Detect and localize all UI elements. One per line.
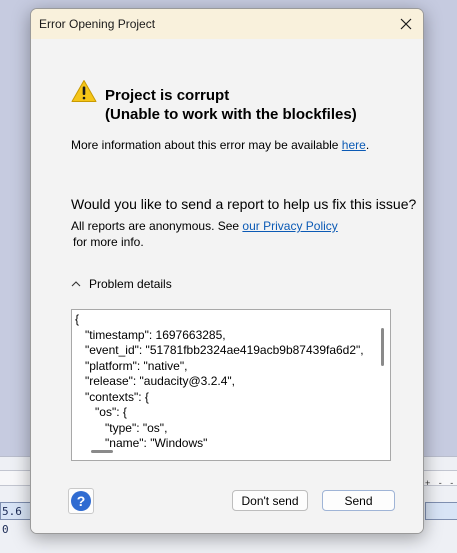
background-selection-field [425, 502, 457, 520]
send-report-question: Would you like to send a report to help … [71, 196, 417, 212]
vertical-scrollbar[interactable] [381, 328, 384, 366]
dialog-titlebar: Error Opening Project [31, 9, 423, 39]
error-dialog: Error Opening Project Project is corrupt… [30, 8, 424, 534]
chevron-up-icon [71, 281, 81, 287]
more-info-text: More information about this error may be… [71, 138, 369, 152]
error-heading-line1: Project is corrupt [105, 87, 230, 104]
horizontal-scrollbar[interactable] [91, 450, 113, 453]
problem-details-toggle[interactable]: Problem details [71, 277, 172, 291]
dialog-title: Error Opening Project [39, 17, 156, 31]
error-heading-line2: (Unable to work with the blockfiles) [105, 106, 357, 123]
problem-details-label: Problem details [89, 277, 172, 291]
anonymous-note: All reports are anonymous. See our Priva… [71, 219, 338, 233]
close-icon [400, 18, 412, 30]
more-info-prefix: More information about this error may be… [71, 138, 342, 152]
anonymous-note-suffix: for more info. [73, 235, 144, 249]
dialog-content: Project is corrupt (Unable to work with … [31, 39, 423, 533]
help-icon: ? [71, 491, 91, 511]
dont-send-button[interactable]: Don't send [232, 490, 308, 511]
close-button[interactable] [389, 9, 423, 39]
warning-icon [71, 80, 97, 102]
error-heading: Project is corrupt (Unable to work with … [105, 86, 357, 124]
problem-details-content: { "timestamp": 1697663285, "event_id": "… [75, 312, 364, 450]
more-info-suffix: . [365, 138, 370, 152]
help-button[interactable]: ? [68, 488, 94, 514]
more-info-link[interactable]: here [342, 138, 366, 152]
problem-details-textbox[interactable]: { "timestamp": 1697663285, "event_id": "… [71, 309, 391, 461]
background-timecode-field: 5.6 0 [0, 502, 32, 536]
background-ruler-ticks: + - - [425, 478, 457, 488]
privacy-policy-link[interactable]: our Privacy Policy [242, 219, 337, 233]
anonymous-note-prefix: All reports are anonymous. See [71, 219, 243, 233]
send-button[interactable]: Send [322, 490, 395, 511]
